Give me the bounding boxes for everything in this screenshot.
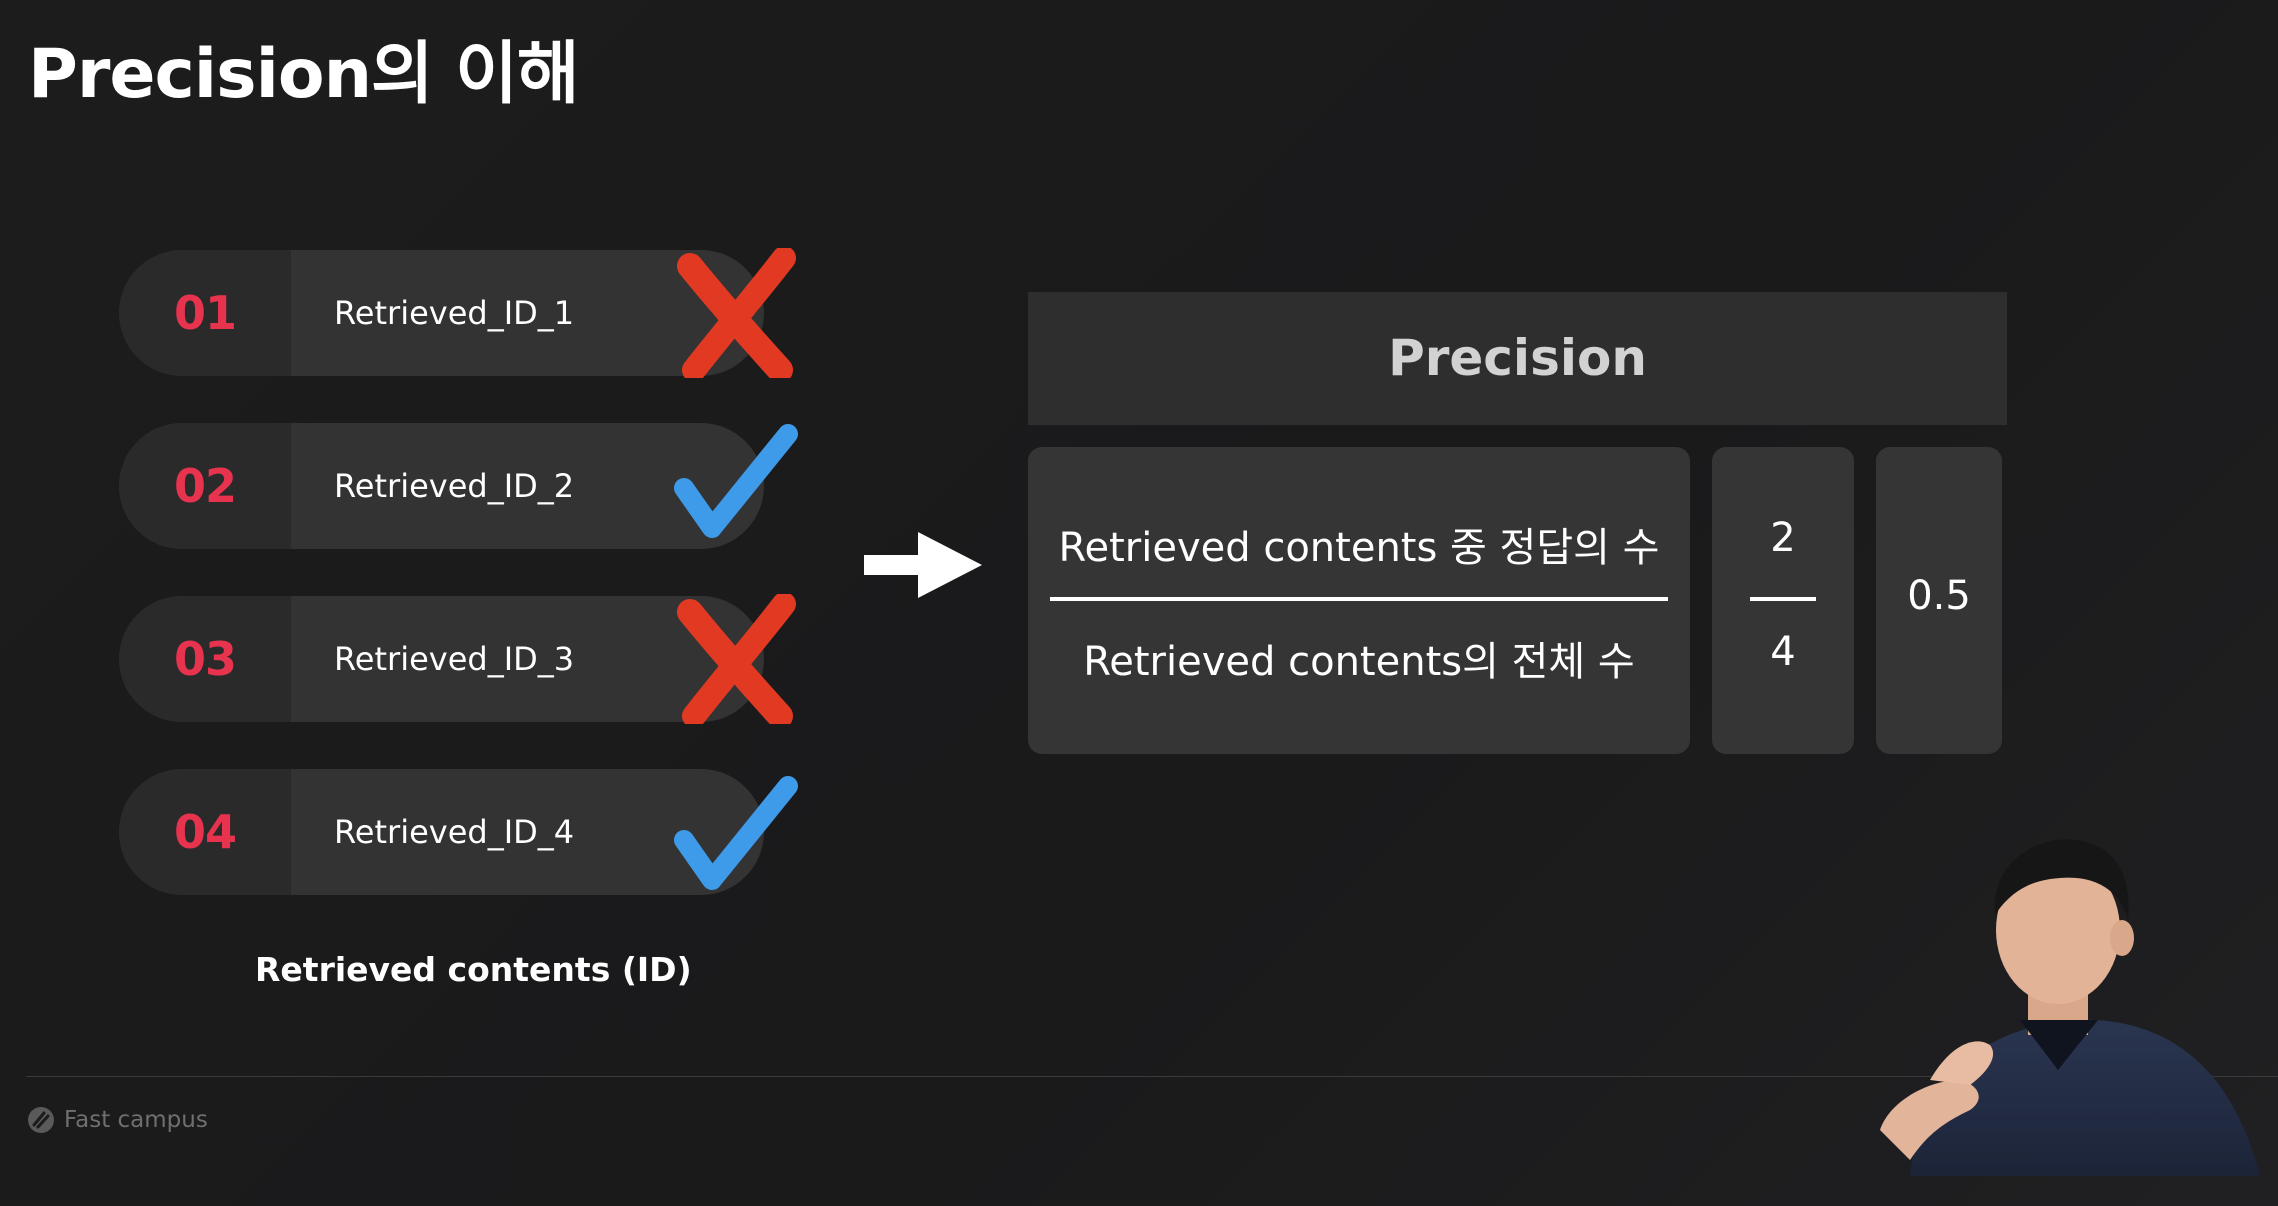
- red-x-icon: [677, 248, 796, 378]
- item-label: Retrieved_ID_3: [334, 640, 575, 678]
- precision-header: Precision: [1028, 292, 2007, 425]
- fraction-line: [1050, 597, 1668, 601]
- value-numerator: 2: [1770, 515, 1796, 561]
- slide: Precision의 이해 01 Retrieved_ID_1 02 Retri…: [0, 0, 2278, 1206]
- formula-denominator: Retrieved contents의 전체 수: [1083, 639, 1635, 685]
- arrow-right-icon: [864, 532, 982, 598]
- list-item: 04 Retrieved_ID_4: [119, 769, 764, 895]
- item-number: 04: [173, 805, 237, 859]
- list-item: 03 Retrieved_ID_3: [119, 596, 764, 722]
- presenter-video: [1880, 839, 2260, 1176]
- item-number: 03: [173, 632, 237, 686]
- value-fraction-line: [1750, 597, 1816, 601]
- value-box: 2 4: [1712, 447, 1854, 754]
- item-label: Retrieved_ID_1: [334, 294, 575, 332]
- value-denominator: 4: [1770, 629, 1796, 675]
- fastcampus-logo-icon: [28, 1107, 54, 1133]
- item-label: Retrieved_ID_4: [334, 813, 575, 851]
- blue-check-icon: [674, 776, 798, 890]
- brand-logo: Fast campus: [26, 1105, 208, 1135]
- item-number: 01: [173, 286, 237, 340]
- item-label: Retrieved_ID_2: [334, 467, 575, 505]
- formula-box: Retrieved contents 중 정답의 수 Retrieved con…: [1028, 447, 1690, 754]
- result-box: 0.5: [1876, 447, 2002, 754]
- list-caption: Retrieved contents (ID): [255, 950, 692, 989]
- red-x-icon: [677, 594, 796, 724]
- list-item: 01 Retrieved_ID_1: [119, 250, 764, 376]
- blue-check-icon: [674, 424, 798, 538]
- item-number: 02: [173, 459, 237, 513]
- precision-title: Precision: [1388, 329, 1647, 387]
- formula-numerator: Retrieved contents 중 정답의 수: [1058, 525, 1660, 571]
- list-item: 02 Retrieved_ID_2: [119, 423, 764, 549]
- precision-result: 0.5: [1907, 573, 1971, 619]
- brand-name: Fast campus: [64, 1107, 208, 1133]
- page-title: Precision의 이해: [28, 35, 579, 114]
